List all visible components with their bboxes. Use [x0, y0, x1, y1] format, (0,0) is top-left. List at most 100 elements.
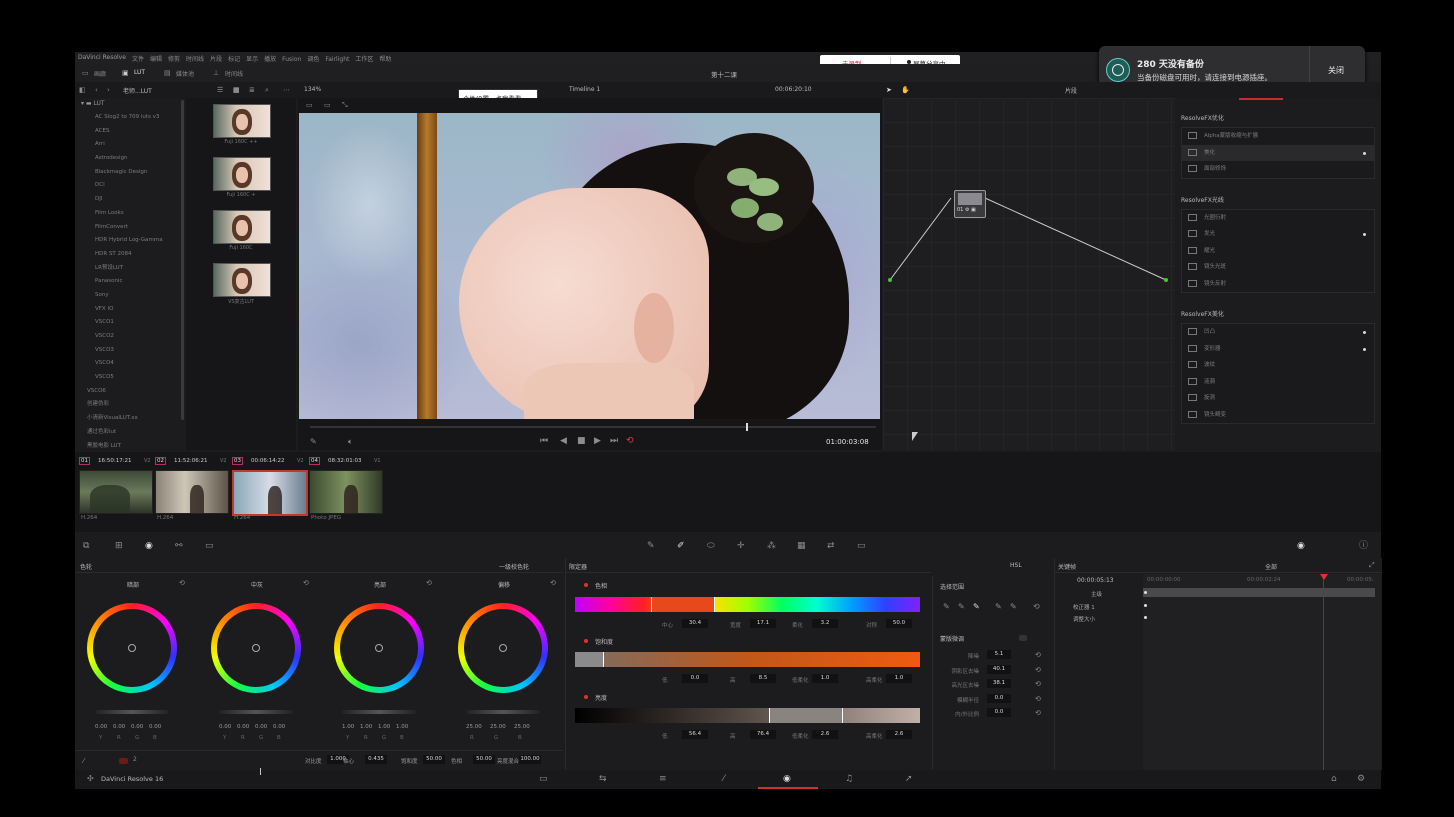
wheel-master-slider[interactable] [466, 710, 540, 714]
wheel-value[interactable]: 25.00 [466, 724, 482, 730]
keyframe-dot[interactable] [1144, 616, 1147, 619]
blur-icon[interactable]: ▦ [797, 541, 806, 551]
wheel-master-slider[interactable] [219, 710, 293, 714]
wheel-master-slider[interactable] [342, 710, 416, 714]
timeline-button[interactable]: 时间线 [225, 69, 243, 78]
feather-minus-icon[interactable]: ✎ [995, 602, 1002, 612]
wheel-reset-icon[interactable]: ⟲ [303, 578, 309, 588]
keyframes-filter[interactable]: 全部 [1265, 562, 1277, 571]
page-number[interactable]: 2 [133, 756, 137, 763]
wheel-center-handle[interactable] [252, 644, 260, 652]
zoom-level[interactable]: 134% [304, 86, 321, 93]
eyedropper-icon[interactable]: ✎ [310, 437, 317, 447]
wheel-center-handle[interactable] [128, 644, 136, 652]
menu-item[interactable]: 显示 [246, 56, 258, 63]
keyframe-playhead-marker-icon[interactable] [1320, 574, 1328, 580]
media-page-icon[interactable]: ▭ [539, 774, 548, 784]
hue-range-handle[interactable] [651, 597, 715, 612]
qualifier-field-value[interactable]: 1.0 [886, 674, 912, 683]
menu-item[interactable]: 编辑 [150, 56, 162, 63]
matte-field-value[interactable]: 0.0 [987, 708, 1011, 717]
reverse-play-icon[interactable]: ◀ [560, 436, 567, 446]
lut-folder-item[interactable]: ACES [75, 125, 183, 139]
wheel-value[interactable]: 0.00 [219, 724, 231, 730]
node-graph[interactable]: 01 ⚙ ▣ [883, 98, 1175, 450]
lut-folder-item[interactable]: Panasonic [75, 275, 183, 289]
matte-reset-icon[interactable]: ⟲ [1035, 650, 1041, 660]
camera-raw-icon[interactable]: ⧉ [83, 541, 89, 551]
search-icon[interactable]: ⌕ [265, 85, 269, 95]
wheel-value[interactable]: 1.00 [378, 724, 390, 730]
wheel-value[interactable]: 25.00 [514, 724, 530, 730]
feather-plus-icon[interactable]: ✎ [1010, 602, 1017, 612]
key-icon[interactable]: ⇄ [827, 541, 835, 551]
fx-item[interactable]: 镜头反射 [1182, 276, 1374, 293]
sidebar-scrollbar[interactable] [181, 100, 184, 420]
lut-thumbnail[interactable] [213, 104, 271, 138]
motion-effects-icon[interactable]: ▭ [205, 541, 214, 551]
viewer-image[interactable] [299, 113, 880, 419]
keyframe-track-label[interactable]: 主级 [1091, 590, 1102, 598]
lut-thumbnail[interactable] [213, 157, 271, 191]
keyframe-track-label[interactable]: 调整大小 [1073, 615, 1095, 623]
qualifier-field-value[interactable]: 8.5 [750, 674, 776, 683]
keyframe-track-label[interactable]: 校正器 1 [1073, 603, 1095, 611]
wheel-value[interactable]: 0.00 [131, 724, 143, 730]
fairlight-page-icon[interactable]: ♫ [845, 774, 853, 784]
qualifier-icon[interactable]: ✐ [677, 541, 685, 551]
lut-folder-item[interactable]: Blackmagic Design [75, 166, 183, 180]
fx-item[interactable]: 变形器 [1182, 341, 1374, 358]
lut-folder-item[interactable]: Sony [75, 289, 183, 303]
clip-thumbnail[interactable] [232, 470, 308, 516]
pointer-icon[interactable]: ➤ [886, 85, 892, 95]
menu-item[interactable]: 调色 [307, 56, 319, 63]
loop-icon[interactable]: ⟲ [626, 436, 634, 446]
fx-item[interactable]: 波纹 [1182, 357, 1374, 374]
menu-item[interactable]: 标记 [228, 56, 240, 63]
color-wheel[interactable] [334, 603, 424, 693]
sat-bar[interactable] [575, 652, 920, 667]
color-wheel[interactable] [458, 603, 548, 693]
playhead[interactable] [746, 423, 748, 431]
qualifier-mode-select[interactable]: HSL [1010, 562, 1022, 569]
fx-item[interactable]: Alpha蒙版收缩与扩展 [1182, 128, 1374, 145]
menu-item[interactable]: 片段 [210, 56, 222, 63]
menu-item[interactable]: Fairlight [325, 56, 349, 63]
wheel-value[interactable]: 0.00 [113, 724, 125, 730]
lum-range-handle[interactable] [769, 708, 843, 723]
qualifier-field-value[interactable]: 0.0 [682, 674, 708, 683]
lut-folder-item[interactable]: Film Looks [75, 207, 183, 221]
lut-folder-item[interactable]: VSCO2 [75, 330, 183, 344]
reset-icon[interactable]: ⟲ [1033, 602, 1040, 612]
qualifier-field-value[interactable]: 1.0 [812, 674, 838, 683]
lut-folder-item[interactable]: FilmConvert [75, 221, 183, 235]
picker-icon[interactable]: ✎ [943, 602, 950, 612]
qualifier-field-value[interactable]: 50.0 [886, 619, 912, 628]
lut-folder-item[interactable]: 黑胶电影 LUT [75, 440, 183, 451]
fx-item[interactable]: 镜头光斑 [1182, 259, 1374, 276]
wheel-value[interactable]: 25.00 [490, 724, 506, 730]
matte-field-value[interactable]: 5.1 [987, 650, 1011, 659]
sizing-icon[interactable]: ▭ [857, 541, 866, 551]
viewer-scrubber[interactable] [310, 423, 876, 431]
lut-folder-item[interactable]: DJI [75, 193, 183, 207]
edit-page-icon[interactable]: ≡ [659, 774, 667, 784]
scopes-icon[interactable]: ◉ [1297, 541, 1305, 551]
color-match-icon[interactable]: ⊞ [115, 541, 123, 551]
lum-bar[interactable] [575, 708, 920, 723]
lut-button[interactable]: LUT [134, 69, 145, 76]
info-icon[interactable]: ⓘ [1359, 541, 1368, 551]
hand-icon[interactable]: ✋ [901, 85, 910, 95]
qualifier-field-value[interactable]: 30.4 [682, 619, 708, 628]
auto-balance-icon[interactable]: ⁄ [83, 756, 84, 766]
lut-folder-item[interactable]: HDR Hybrid Log-Gamma [75, 234, 183, 248]
sat-range-handle[interactable] [575, 652, 604, 667]
matte-reset-icon[interactable]: ⟲ [1035, 665, 1041, 675]
lut-folder-item[interactable]: 创建伪彩 [75, 398, 183, 412]
wheels-mode-select[interactable]: 一级校色轮 [499, 562, 529, 571]
menu-item[interactable]: 工作区 [355, 56, 373, 63]
panel-toggle-icon[interactable]: ◧ [79, 85, 86, 95]
detail-view-icon[interactable]: ≣ [249, 85, 255, 95]
matte-reset-icon[interactable]: ⟲ [1035, 694, 1041, 704]
menu-item[interactable]: 修剪 [168, 56, 180, 63]
